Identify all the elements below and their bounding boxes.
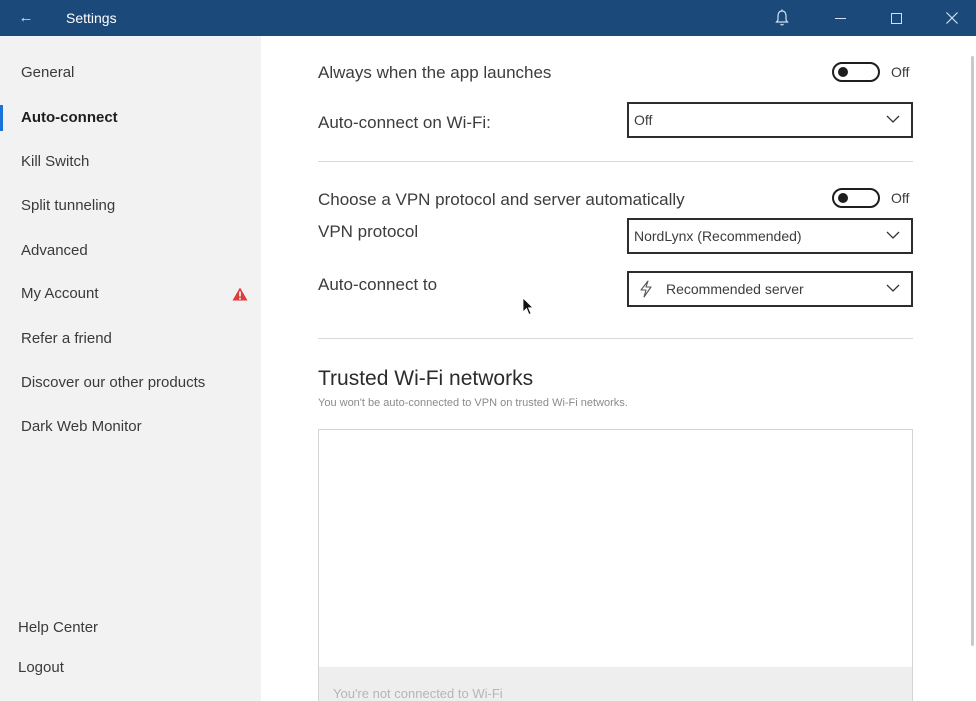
scrollbar[interactable] (971, 56, 974, 646)
back-arrow-icon[interactable]: ← (16, 8, 36, 28)
sidebar-item-label: Kill Switch (21, 153, 90, 170)
auto-connect-to-dropdown[interactable]: Recommended server (627, 271, 913, 307)
sidebar-item-label: Advanced (21, 242, 88, 259)
help-center-label: Help Center (18, 619, 99, 636)
toggle-knob (838, 67, 848, 77)
sidebar-item-label: Discover our other products (21, 374, 206, 391)
wifi-dropdown[interactable]: Off (627, 102, 913, 138)
toggle-knob (838, 193, 848, 203)
window-title: Settings (66, 10, 117, 26)
trusted-wifi-list (318, 429, 913, 701)
sidebar-item-dark-web-monitor[interactable]: Dark Web Monitor (0, 412, 261, 442)
close-button[interactable] (940, 6, 964, 30)
logout-label: Logout (18, 659, 64, 676)
sidebar-item-label: Refer a friend (21, 330, 112, 347)
bell-icon[interactable] (770, 6, 794, 30)
sidebar-item-split-tunneling[interactable]: Split tunneling (0, 191, 261, 221)
auto-connect-to-value: Recommended server (666, 281, 804, 297)
lightning-icon (640, 280, 652, 298)
maximize-button[interactable] (884, 6, 908, 30)
auto-connect-to-label: Auto-connect to (318, 275, 438, 294)
auto-protocol-toggle-state: Off (891, 190, 910, 206)
sidebar-item-label: General (21, 64, 75, 81)
divider (318, 338, 913, 339)
close-icon (946, 12, 958, 24)
sidebar-item-kill-switch[interactable]: Kill Switch (0, 147, 261, 177)
mouse-cursor-icon (522, 297, 534, 316)
logout-link[interactable]: Logout (0, 654, 261, 682)
trusted-wifi-title: Trusted Wi-Fi networks (318, 367, 534, 390)
launch-toggle-state: Off (891, 64, 910, 80)
vpn-protocol-value: NordLynx (Recommended) (634, 228, 802, 244)
vpn-protocol-dropdown[interactable]: NordLynx (Recommended) (627, 218, 913, 254)
sidebar-item-refer-a-friend[interactable]: Refer a friend (0, 324, 261, 354)
sidebar-item-label: Dark Web Monitor (21, 418, 142, 435)
auto-protocol-toggle[interactable] (832, 188, 880, 208)
trusted-wifi-footer-text: You're not connected to Wi-Fi (333, 686, 503, 701)
sidebar-item-label: Split tunneling (21, 197, 116, 214)
title-bar: ← Settings (0, 0, 976, 36)
maximize-icon (890, 12, 902, 24)
trusted-wifi-footer: You're not connected to Wi-Fi (319, 667, 912, 701)
sidebar-item-label: My Account (21, 285, 99, 302)
minimize-button[interactable] (828, 6, 852, 30)
minimize-icon (834, 17, 846, 19)
sidebar-item-auto-connect[interactable]: Auto-connect (0, 103, 261, 133)
chevron-down-icon (886, 284, 900, 292)
divider (318, 161, 913, 162)
sidebar-item-discover-products[interactable]: Discover our other products (0, 368, 261, 398)
help-center-link[interactable]: Help Center (0, 614, 261, 642)
launch-label: Always when the app launches (318, 63, 552, 82)
chevron-down-icon (886, 115, 900, 123)
wifi-label: Auto-connect on Wi-Fi: (318, 113, 491, 132)
sidebar-item-advanced[interactable]: Advanced (0, 236, 261, 266)
launch-toggle[interactable] (832, 62, 880, 82)
chevron-down-icon (886, 231, 900, 239)
sidebar-item-label: Auto-connect (21, 109, 118, 126)
sidebar-item-general[interactable]: General (0, 58, 261, 88)
wifi-dropdown-value: Off (634, 112, 653, 128)
trusted-wifi-subtitle: You won't be auto-connected to VPN on tr… (318, 397, 628, 409)
warning-icon (232, 287, 248, 301)
vpn-protocol-label: VPN protocol (318, 222, 419, 241)
sidebar-item-my-account[interactable]: My Account (0, 279, 261, 309)
sidebar: General Auto-connect Kill Switch Split t… (0, 36, 261, 701)
auto-protocol-label: Choose a VPN protocol and server automat… (318, 190, 685, 209)
